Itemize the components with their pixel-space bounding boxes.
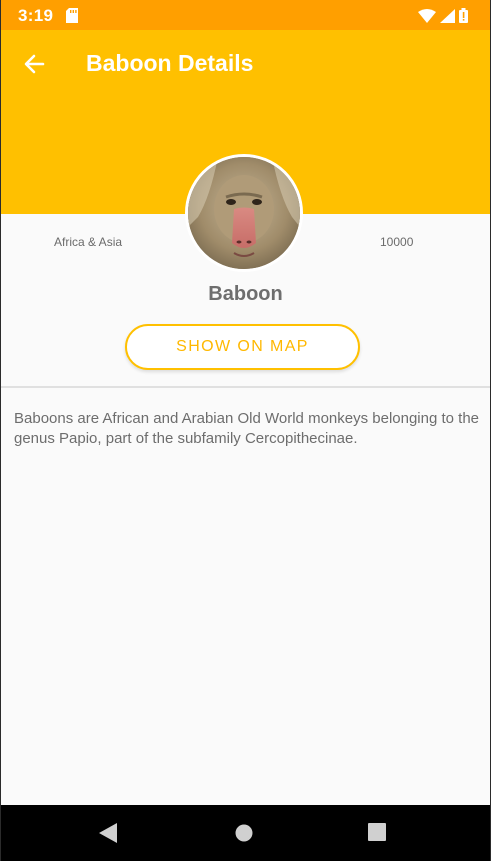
battery-icon <box>459 8 468 28</box>
page-title: Baboon Details <box>86 50 254 76</box>
status-time: 3:19 <box>18 6 54 25</box>
back-button[interactable] <box>21 50 49 78</box>
animal-name: Baboon <box>208 283 283 305</box>
recents-square-icon[interactable] <box>368 823 386 846</box>
show-on-map-button[interactable]: SHOW ON MAP <box>125 324 360 370</box>
region-label: Africa & Asia <box>54 235 123 249</box>
status-bar: 3:19 <box>1 0 490 30</box>
sd-card-icon <box>66 8 78 28</box>
divider <box>1 386 490 388</box>
home-circle-icon[interactable] <box>234 823 254 848</box>
animal-description: Baboons are African and Arabian Old Worl… <box>14 410 480 447</box>
app-screen: 3:19 Baboon Details Africa & Asia 10000 … <box>0 0 491 861</box>
wifi-icon <box>418 8 436 28</box>
baboon-photo <box>185 154 303 272</box>
status-icons <box>418 8 468 28</box>
navigation-bar <box>1 805 490 861</box>
signal-icon <box>440 8 455 28</box>
population-count: 10000 <box>380 235 414 249</box>
arrow-left-icon <box>24 54 45 74</box>
back-triangle-icon[interactable] <box>99 823 117 848</box>
